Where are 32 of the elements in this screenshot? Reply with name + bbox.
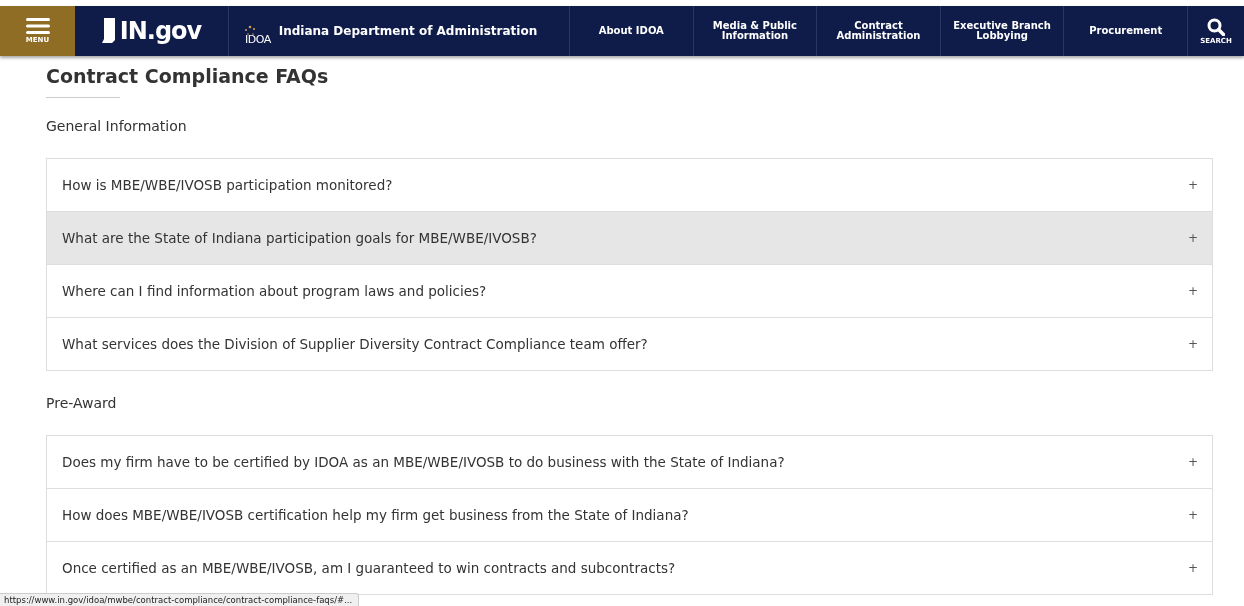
nav-link[interactable]: Contract Administration [817,6,941,56]
nav-link[interactable]: Procurement [1064,6,1188,56]
expand-toggle: + [1187,508,1198,522]
agency-mark: IDOA [245,32,271,46]
logo-text: IN.gov [119,17,202,45]
faq-question: What services does the Division of Supplier Diversity Contract Compliance team offer? [62,336,648,352]
section-heading: General Information [46,118,188,134]
expand-toggle: + [1187,455,1198,469]
faq-question: What are the State of Indiana participation goals for MBE/WBE/IVOSB? [62,230,537,246]
expand-toggle: + [1187,284,1198,298]
expand-toggle: + [1187,337,1198,351]
faq-question: Where can I find information about program laws and policies? [62,283,487,299]
agency-name[interactable]: Indiana Department of Administration [278,24,538,38]
menu-icon [25,18,50,34]
expand-toggle: + [1187,231,1198,245]
search-icon [1206,17,1225,36]
expand-toggle: + [1187,561,1198,575]
expand-toggle: + [1187,178,1198,192]
state-outline-icon [101,18,116,44]
nav-link[interactable]: Media & Public Information [693,6,818,56]
nav-link[interactable]: Executive Branch Lobbying [940,6,1065,56]
faq-question: How does MBE/WBE/IVOSB certification help my firm get business from the State of Indiana? [62,507,689,523]
site-logo[interactable]: IN.gov [75,6,229,56]
fireworks-icon [243,25,257,37]
faq-question: Once certified as an MBE/WBE/IVOSB, am I guaranteed to win contracts and subcontracts? [62,560,676,576]
section-heading: Pre-Award [46,395,118,411]
faq-question: How is MBE/WBE/IVOSB participation monitored? [62,177,393,193]
faq-item[interactable]: What are the State of Indiana participation goals for MBE/WBE/IVOSB? + [47,212,1212,265]
nav-link[interactable]: About IDOA [570,6,694,56]
status-bar-url: https://www.in.gov/idoa/mwbe/contract-compliance/contract-compliance-faqs/#... [0,593,360,606]
page-title: Contract Compliance FAQs [46,65,330,87]
faq-question: Does my firm have to be certified by IDOA as an MBE/WBE/IVOSB to do business with the State of Indiana? [62,454,785,470]
